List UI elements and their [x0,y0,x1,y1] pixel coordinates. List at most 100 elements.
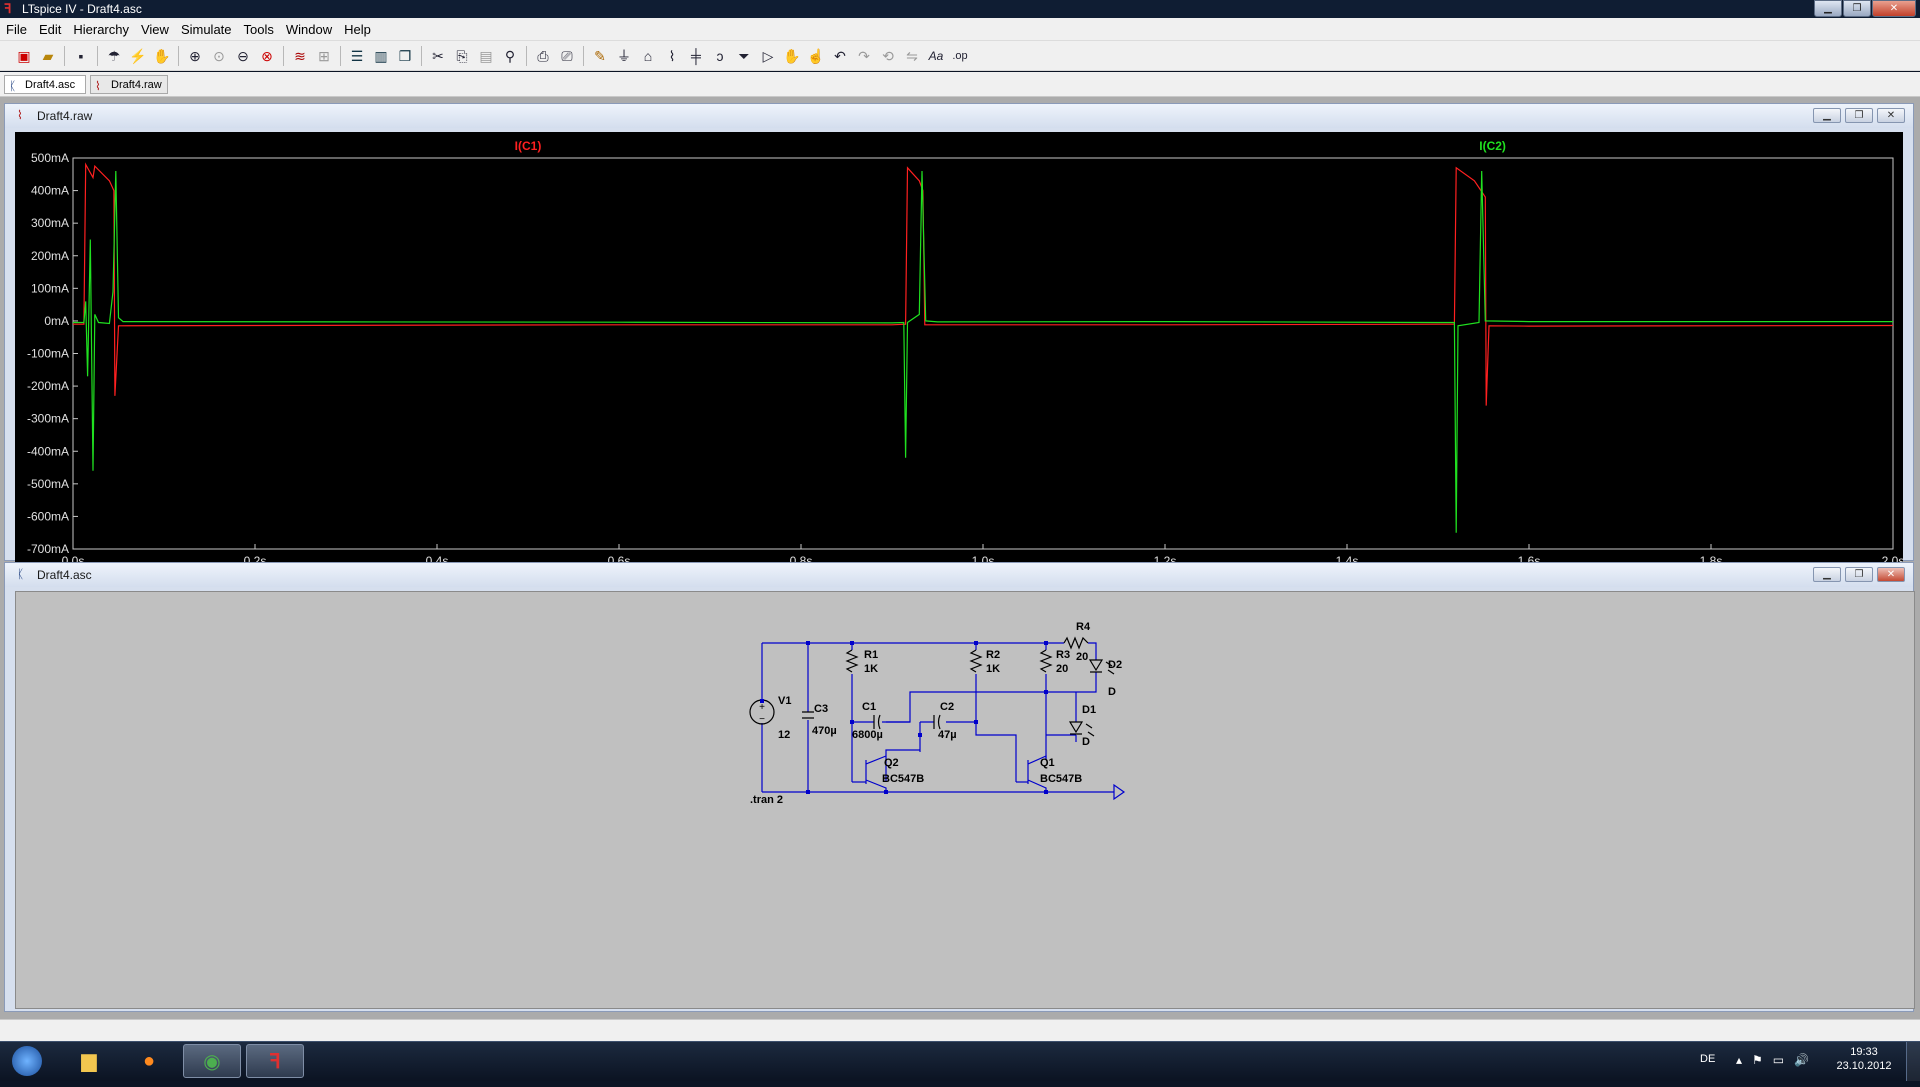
y-tick-label: -500mA [27,477,69,491]
cut-icon[interactable]: ✂ [428,46,448,66]
text-icon[interactable]: Aa [926,46,946,66]
show-desktop-button[interactable] [1906,1042,1920,1081]
spice-directive-icon[interactable]: .op [950,46,970,66]
y-tick-label: -200mA [27,379,69,393]
minimize-button[interactable]: ▁ [1814,0,1842,17]
waveform-plot[interactable]: 500mA 400mA 300mA 200mA 100mA 0mA -100mA -200mA… [15,132,1904,573]
series-line-ic2[interactable] [73,170,1893,533]
wire-c2[interactable] [920,721,1017,782]
schematic-maximize-button[interactable]: ❐ [1845,567,1873,582]
waveform-close-button[interactable]: ✕ [1877,108,1905,123]
spice-directive-tran[interactable]: .tran 2 [750,794,783,806]
label-icon[interactable]: ⌂ [638,46,658,66]
close-button[interactable]: ✕ [1872,0,1916,17]
tile-horizontal-icon[interactable]: ☰ [347,46,367,66]
c3-symbol[interactable] [802,711,814,719]
print-preview-icon[interactable]: ⎚ [557,46,577,66]
maximize-button[interactable]: ❐ [1843,0,1871,17]
cascade-icon[interactable]: ❐ [395,46,415,66]
zoom-fit-icon[interactable]: ⊙ [209,46,229,66]
label-d2-value: D [1108,686,1116,698]
ltspice-icon[interactable]: ꟻ [246,1044,304,1078]
mirror-icon[interactable]: ⇋ [902,46,922,66]
plot-frame [72,157,1894,550]
menu-simulate[interactable]: Simulate [175,22,238,37]
svg-text:+: + [759,702,765,713]
drag-icon[interactable]: ☝ [806,46,826,66]
wire-icon[interactable]: ✎ [590,46,610,66]
tab-draft4-raw[interactable]: ⌇ Draft4.raw [90,75,168,94]
label-r3: R3 [1056,649,1070,661]
menu-view[interactable]: View [135,22,175,37]
r3-symbol[interactable] [1039,649,1053,673]
menu-file[interactable]: File [0,22,33,37]
series-label[interactable]: I(C1) [515,139,542,153]
tray-icons[interactable]: ▴ ⚑ ▭ 🔊 [1736,1042,1809,1081]
label-q1-value: BC547B [1040,773,1082,785]
r1-symbol[interactable] [845,649,859,673]
open-icon[interactable]: ▰ [38,46,58,66]
title-bar: ꟻ LTspice IV - Draft4.asc ▁ ❐ ✕ [0,0,1920,18]
wire-r3-q1[interactable] [1045,692,1077,760]
zoom-out-icon[interactable]: ⊖ [233,46,253,66]
grid-icon[interactable]: ⊞ [314,46,334,66]
control-panel-icon[interactable]: ☂ [104,46,124,66]
d1-symbol[interactable] [1068,721,1084,735]
menu-edit[interactable]: Edit [33,22,67,37]
menu-window[interactable]: Window [280,22,338,37]
diode-icon[interactable]: ⏷ [734,46,754,66]
chrome-icon[interactable]: ◉ [183,1044,241,1078]
waveform-maximize-button[interactable]: ❐ [1845,108,1873,123]
start-orb-icon[interactable] [2,1044,52,1078]
inductor-icon[interactable]: ↄ [710,46,730,66]
save-icon[interactable]: ▪ [71,46,91,66]
find-icon[interactable]: ⚲ [500,46,520,66]
resistor-icon[interactable]: ⌇ [662,46,682,66]
menu-help[interactable]: Help [338,22,377,37]
zoom-reset-icon[interactable]: ⊗ [257,46,277,66]
label-d2: D2 [1108,659,1122,671]
series-line-ic1[interactable] [73,162,1894,406]
tab-draft4-asc[interactable]: ᛕ Draft4.asc [4,75,86,94]
label-r2-value: 1K [986,663,1000,675]
capacitor-icon[interactable]: ╪ [686,46,706,66]
zoom-in-icon[interactable]: ⊕ [185,46,205,66]
autorange-icon[interactable]: ≋ [290,46,310,66]
component-icon[interactable]: ▷ [758,46,778,66]
undo-icon[interactable]: ↶ [830,46,850,66]
c2-symbol[interactable] [933,714,941,730]
redo-icon[interactable]: ↷ [854,46,874,66]
print-icon[interactable]: ⎙ [533,46,553,66]
copy-icon[interactable]: ⎘ [452,46,472,66]
paste-icon[interactable]: ▤ [476,46,496,66]
svg-text:−: − [759,714,765,725]
r2-symbol[interactable] [969,649,983,673]
label-d1-value: D [1082,736,1090,748]
schematic-icon: ᛕ [17,567,25,581]
ground-flag[interactable] [1113,783,1126,801]
y-tick-label: -600mA [27,509,69,523]
move-icon[interactable]: ✋ [782,46,802,66]
schematic-minimize-button[interactable]: ▁ [1813,567,1841,582]
schematic-close-button[interactable]: ✕ [1877,567,1905,582]
halt-icon[interactable]: ✋ [152,46,172,66]
schematic-canvas[interactable]: + − R4 20 R1 1K R2 1K R3 20 D2 D D1 D V1… [15,591,1915,1009]
waveform-chart[interactable]: 500mA 400mA 300mA 200mA 100mA 0mA -100mA -200mA… [15,132,1904,573]
menu-tools[interactable]: Tools [238,22,280,37]
new-schematic-icon[interactable]: ▣ [14,46,34,66]
schematic-drawing[interactable]: + − R4 20 R1 1K R2 1K R3 20 D2 D D1 D V1… [16,592,1914,1008]
explorer-icon[interactable]: ▆ [60,1044,118,1078]
d2-symbol[interactable] [1088,659,1104,673]
waveform-minimize-button[interactable]: ▁ [1813,108,1841,123]
r4-symbol[interactable] [1063,636,1089,650]
firefox-icon[interactable]: ● [120,1044,178,1078]
run-icon[interactable]: ⚡ [128,46,148,66]
tile-vertical-icon[interactable]: ▥ [371,46,391,66]
clock[interactable]: 19:33 23.10.2012 [1824,1046,1904,1072]
language-indicator[interactable]: DE [1700,1042,1715,1081]
c1-symbol[interactable] [873,714,881,730]
menu-hierarchy[interactable]: Hierarchy [67,22,135,37]
series-label[interactable]: I(C2) [1479,139,1506,153]
rotate-icon[interactable]: ⟲ [878,46,898,66]
ground-icon[interactable]: ⏚ [614,46,634,66]
